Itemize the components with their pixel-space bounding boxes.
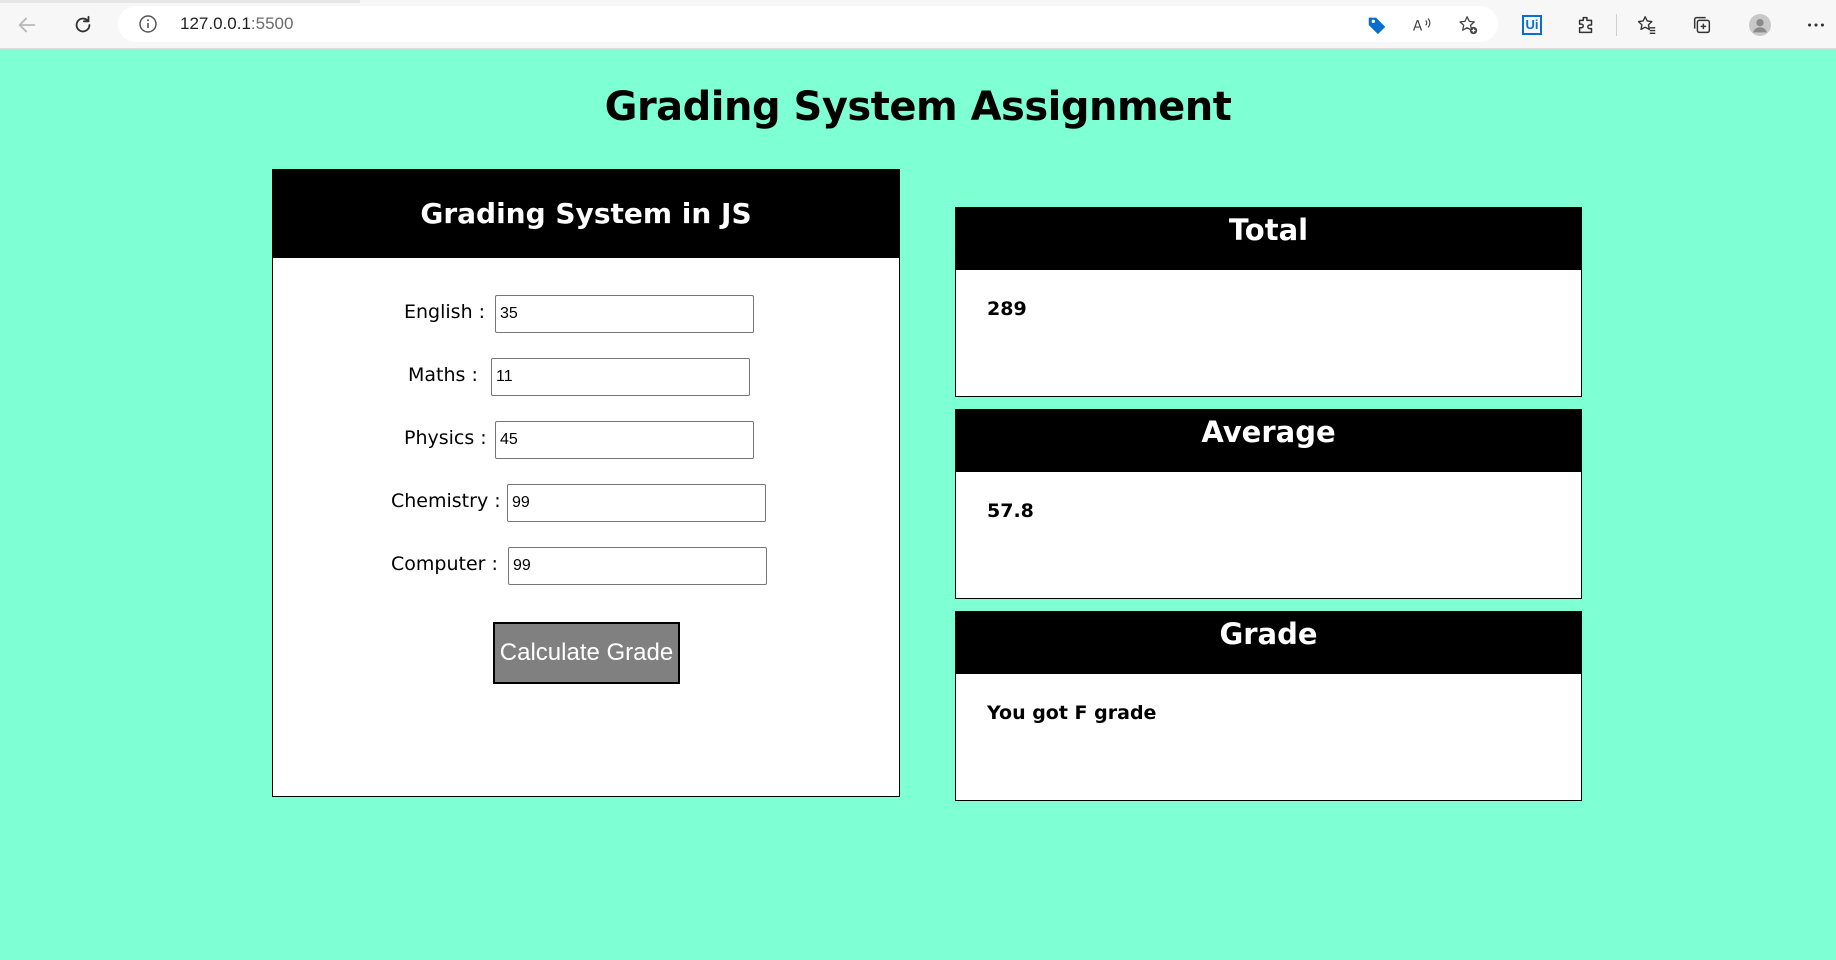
average-card: Average 57.8 — [955, 409, 1582, 599]
grade-card: Grade You got F grade — [955, 611, 1582, 801]
ui-extension-label: Ui — [1522, 15, 1542, 35]
average-value: 57.8 — [987, 500, 1034, 522]
computer-row: Computer : — [273, 547, 901, 585]
url-port: :5500 — [250, 14, 294, 33]
form-header: Grading System in JS — [273, 170, 899, 258]
maths-label: Maths : — [408, 364, 478, 386]
collections-icon[interactable] — [1686, 9, 1718, 41]
computer-label: Computer : — [391, 553, 498, 575]
grade-value: You got F grade — [987, 702, 1157, 724]
chemistry-row: Chemistry : — [273, 484, 901, 522]
url-text[interactable]: 127.0.0.1:5500 — [180, 14, 293, 34]
more-icon[interactable] — [1800, 9, 1832, 41]
favorites-icon[interactable] — [1631, 9, 1663, 41]
grade-header: Grade — [956, 612, 1581, 674]
computer-input[interactable] — [508, 547, 767, 585]
page-title: Grading System Assignment — [604, 84, 1232, 130]
physics-label: Physics : — [404, 427, 487, 449]
maths-input[interactable] — [491, 358, 750, 396]
total-card: Total 289 — [955, 207, 1582, 397]
english-input[interactable] — [495, 295, 754, 333]
ui-extension-icon[interactable]: Ui — [1516, 9, 1548, 41]
add-favorite-icon[interactable] — [1456, 13, 1480, 37]
physics-input[interactable] — [495, 421, 754, 459]
address-bar[interactable]: 127.0.0.1:5500 A — [118, 6, 1498, 42]
info-icon[interactable] — [138, 14, 158, 34]
english-row: English : — [273, 295, 901, 333]
chemistry-label: Chemistry : — [391, 490, 501, 512]
average-header: Average — [956, 410, 1581, 472]
english-label: English : — [404, 301, 486, 323]
tag-icon[interactable] — [1365, 13, 1389, 37]
physics-row: Physics : — [273, 421, 901, 459]
extensions-icon[interactable] — [1570, 9, 1602, 41]
read-aloud-icon[interactable]: A — [1410, 13, 1434, 37]
svg-text:A: A — [1413, 19, 1423, 35]
profile-icon[interactable] — [1744, 9, 1776, 41]
url-host: 127.0.0.1 — [180, 14, 251, 33]
refresh-icon[interactable] — [67, 9, 99, 41]
toolbar-separator — [1616, 14, 1617, 36]
back-icon[interactable] — [11, 9, 43, 41]
calculate-grade-button[interactable]: Calculate Grade — [493, 622, 680, 684]
browser-toolbar: 127.0.0.1:5500 A Ui — [0, 0, 1836, 49]
maths-row: Maths : — [273, 358, 901, 396]
total-value: 289 — [987, 298, 1027, 320]
total-header: Total — [956, 208, 1581, 270]
tab-strip-edge — [0, 0, 360, 3]
grading-form-card: Grading System in JS English : Maths : P… — [272, 169, 900, 797]
chemistry-input[interactable] — [507, 484, 766, 522]
